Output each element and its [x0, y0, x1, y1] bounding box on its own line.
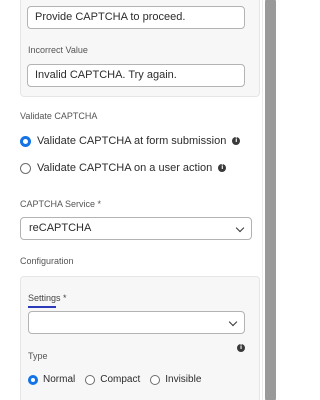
radio-unselected-icon[interactable] [20, 162, 31, 174]
validate-on-submission-label: Validate CAPTCHA at form submission [37, 135, 227, 147]
validate-on-submission-option[interactable]: Validate CAPTCHA at form submission i [20, 135, 241, 147]
settings-label: Settings * [28, 293, 67, 303]
radio-unselected-icon[interactable] [85, 374, 96, 385]
type-option-normal[interactable]: Normal [28, 374, 75, 385]
type-option-label: Compact [100, 374, 141, 385]
incorrect-message-field[interactable]: Invalid CAPTCHA. Try again. [27, 64, 245, 87]
captcha-service-value: reCAPTCHA [29, 222, 92, 234]
type-option-label: Normal [43, 374, 76, 385]
type-label: Type [28, 351, 48, 361]
chevron-down-icon [235, 223, 245, 233]
incorrect-value-label: Incorrect Value [28, 45, 88, 55]
radio-unselected-icon[interactable] [150, 374, 161, 385]
info-icon[interactable]: i [237, 344, 245, 352]
chevron-down-icon [228, 317, 238, 327]
captcha-service-label: CAPTCHA Service * [20, 199, 102, 209]
info-icon[interactable]: i [232, 137, 241, 145]
validate-on-user-action-option[interactable]: Validate CAPTCHA on a user action i [20, 162, 227, 174]
captcha-service-dropdown[interactable]: reCAPTCHA [20, 217, 252, 240]
type-option-compact[interactable]: Compact [85, 374, 140, 385]
type-option-invisible[interactable]: Invisible [150, 374, 201, 385]
type-radio-group: Normal Compact Invisible [28, 374, 211, 385]
info-icon[interactable]: i [218, 164, 227, 172]
validate-captcha-label: Validate CAPTCHA [20, 111, 98, 121]
validate-on-user-action-label: Validate CAPTCHA on a user action [37, 162, 213, 174]
configuration-label: Configuration [20, 256, 74, 266]
type-option-label: Invisible [165, 374, 202, 385]
required-message-field[interactable]: Provide CAPTCHA to proceed. [27, 6, 245, 29]
radio-selected-icon[interactable] [20, 135, 31, 147]
properties-panel: Provide CAPTCHA to proceed. Incorrect Va… [0, 0, 262, 400]
scrollbar-thumb[interactable] [265, 0, 276, 400]
settings-dropdown[interactable] [28, 311, 245, 334]
settings-underline [28, 306, 56, 308]
radio-selected-icon[interactable] [28, 374, 38, 385]
